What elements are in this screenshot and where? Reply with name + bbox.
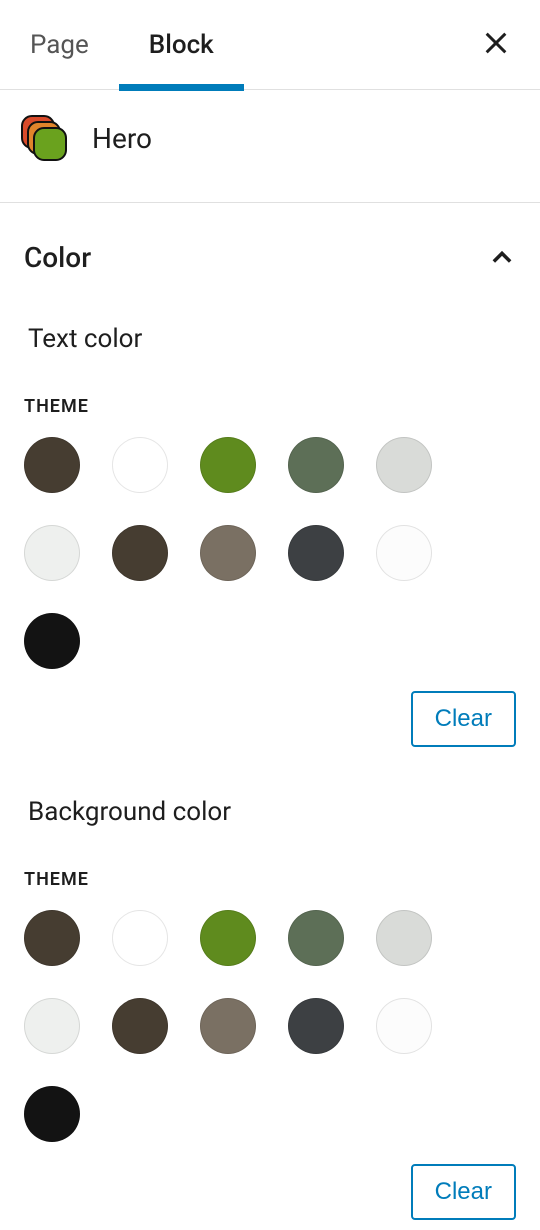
color-swatch[interactable] xyxy=(24,525,80,581)
chevron-up-icon xyxy=(488,244,516,272)
color-swatch[interactable] xyxy=(112,437,168,493)
block-header: Hero xyxy=(0,90,540,203)
color-swatch[interactable] xyxy=(112,910,168,966)
background-color-label: Background color xyxy=(24,781,516,851)
color-swatch[interactable] xyxy=(376,525,432,581)
color-swatch[interactable] xyxy=(376,998,432,1054)
background-color-section: Background color THEME Clear xyxy=(0,757,540,1230)
tab-page-label: Page xyxy=(30,30,89,60)
section-color-title: Color xyxy=(24,241,91,274)
tabs-row: Page Block xyxy=(0,0,540,90)
text-color-palette-label: THEME xyxy=(24,378,516,437)
color-swatch[interactable] xyxy=(24,437,80,493)
color-swatch[interactable] xyxy=(200,910,256,966)
text-color-clear-row: Clear xyxy=(24,683,516,757)
color-swatch[interactable] xyxy=(376,437,432,493)
background-color-clear-button[interactable]: Clear xyxy=(411,1164,516,1220)
color-swatch[interactable] xyxy=(200,998,256,1054)
color-swatch[interactable] xyxy=(24,998,80,1054)
color-swatch[interactable] xyxy=(288,525,344,581)
hero-block-icon xyxy=(20,114,68,162)
color-swatch[interactable] xyxy=(288,998,344,1054)
background-color-clear-row: Clear xyxy=(24,1156,516,1230)
color-swatch[interactable] xyxy=(376,910,432,966)
text-color-swatch-grid xyxy=(24,437,516,683)
color-swatch[interactable] xyxy=(24,910,80,966)
color-swatch[interactable] xyxy=(112,998,168,1054)
text-color-label: Text color xyxy=(24,308,516,378)
color-swatch[interactable] xyxy=(200,525,256,581)
section-color-header[interactable]: Color xyxy=(0,203,540,284)
color-swatch[interactable] xyxy=(200,437,256,493)
tab-block-label: Block xyxy=(149,30,214,60)
text-color-clear-button[interactable]: Clear xyxy=(411,691,516,747)
text-color-section: Text color THEME Clear xyxy=(0,284,540,757)
color-swatch[interactable] xyxy=(288,910,344,966)
tab-page[interactable]: Page xyxy=(0,0,119,90)
tab-block[interactable]: Block xyxy=(119,0,244,90)
color-swatch[interactable] xyxy=(24,1086,80,1142)
background-color-swatch-grid xyxy=(24,910,516,1156)
block-settings-panel: Page Block Hero Color Text colo xyxy=(0,0,540,1230)
background-color-palette-label: THEME xyxy=(24,851,516,910)
block-title: Hero xyxy=(92,122,152,155)
close-button[interactable] xyxy=(472,21,520,69)
color-swatch[interactable] xyxy=(24,613,80,669)
close-icon xyxy=(482,29,510,61)
color-swatch[interactable] xyxy=(288,437,344,493)
color-swatch[interactable] xyxy=(112,525,168,581)
